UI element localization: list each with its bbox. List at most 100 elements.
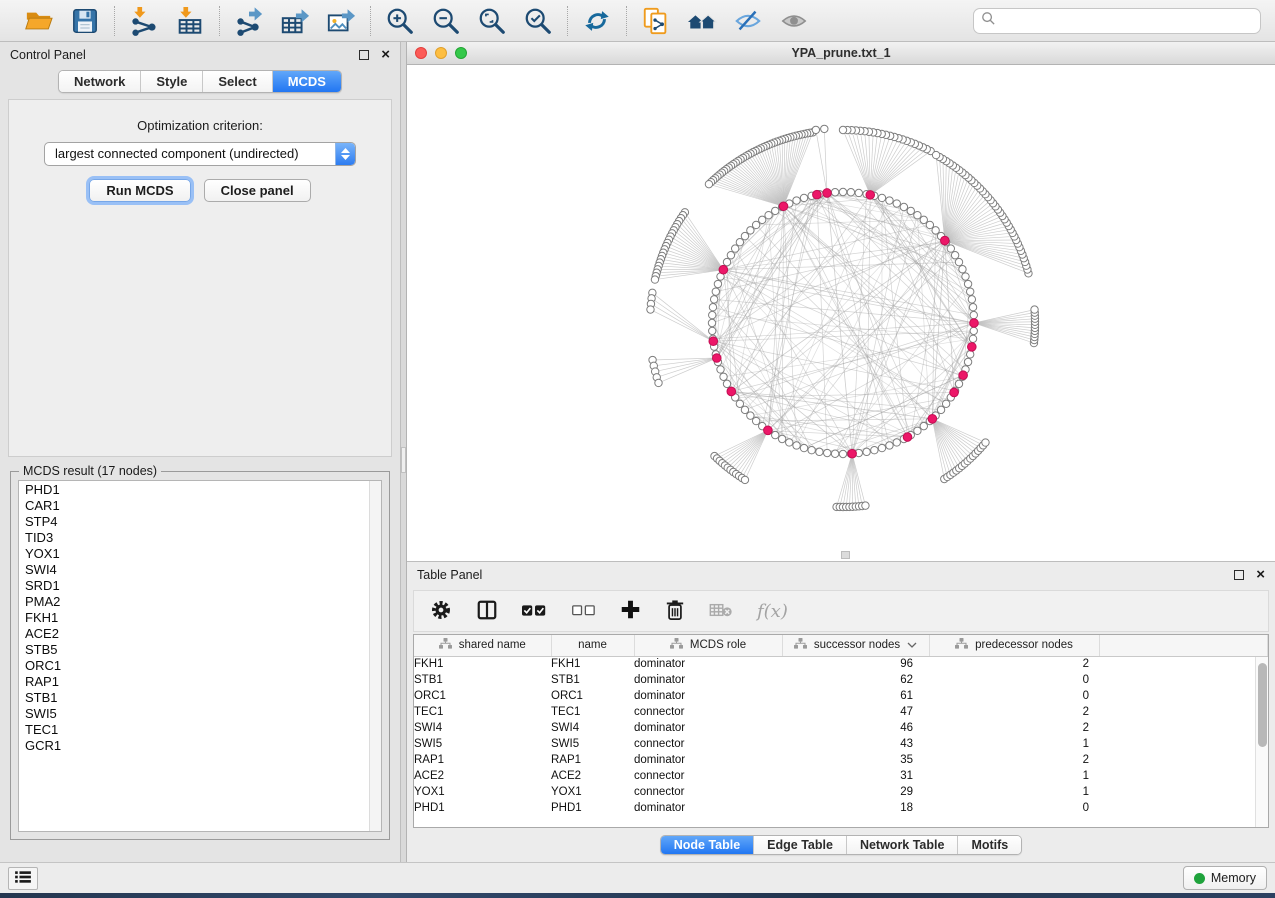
tab-node-table[interactable]: Node Table — [661, 836, 754, 854]
network-node[interactable] — [855, 189, 862, 196]
mcds-hub-node[interactable] — [779, 202, 788, 211]
network-node[interactable] — [969, 304, 976, 311]
table-cell[interactable]: YOX1 — [414, 784, 551, 800]
network-node[interactable] — [947, 245, 954, 252]
column-header-name[interactable]: name — [551, 635, 634, 656]
mcds-hub-node[interactable] — [970, 319, 979, 328]
network-node[interactable] — [839, 188, 846, 195]
mcds-result-item[interactable]: RAP1 — [19, 674, 368, 690]
mcds-hub-node[interactable] — [719, 265, 728, 274]
network-node[interactable] — [878, 194, 885, 201]
network-node[interactable] — [970, 327, 977, 334]
mcds-result-item[interactable]: SWI5 — [19, 706, 368, 722]
network-node[interactable] — [914, 427, 921, 434]
import-network-button[interactable] — [128, 5, 160, 37]
network-node[interactable] — [736, 400, 743, 407]
network-node[interactable] — [808, 446, 815, 453]
network-node[interactable] — [863, 448, 870, 455]
network-canvas[interactable] — [407, 65, 1275, 561]
mcds-hub-node[interactable] — [709, 337, 718, 346]
network-node[interactable] — [772, 207, 779, 214]
delete-table-button[interactable] — [709, 602, 733, 621]
mcds-result-scrollbar[interactable] — [369, 481, 381, 831]
mcds-hub-node[interactable] — [950, 388, 959, 397]
table-row[interactable]: STB1STB1dominator620 — [414, 672, 1268, 688]
mcds-result-item[interactable]: STP4 — [19, 514, 368, 530]
table-cell[interactable]: dominator — [634, 656, 782, 672]
table-cell[interactable]: connector — [634, 704, 782, 720]
network-node[interactable] — [747, 227, 754, 234]
table-cell[interactable]: ORC1 — [551, 688, 634, 704]
table-cell[interactable]: 0 — [929, 688, 1099, 704]
network-node[interactable] — [812, 126, 819, 133]
table-cell[interactable]: 29 — [782, 784, 929, 800]
vertical-splitter[interactable] — [400, 42, 407, 862]
table-row[interactable]: ACE2ACE2connector311 — [414, 768, 1268, 784]
table-cell[interactable]: 43 — [782, 736, 929, 752]
network-node[interactable] — [932, 227, 939, 234]
network-node[interactable] — [731, 245, 738, 252]
network-node[interactable] — [968, 296, 975, 303]
table-cell[interactable]: 1 — [929, 784, 1099, 800]
network-node[interactable] — [926, 221, 933, 228]
network-node[interactable] — [800, 194, 807, 201]
network-node[interactable] — [839, 450, 846, 457]
mcds-hub-node[interactable] — [764, 426, 773, 435]
show-columns-button[interactable] — [476, 599, 498, 624]
table-cell[interactable]: connector — [634, 768, 782, 784]
table-cell[interactable]: FKH1 — [551, 656, 634, 672]
memory-button[interactable]: Memory — [1183, 866, 1267, 890]
column-header-successor-nodes[interactable]: successor nodes — [782, 635, 929, 656]
mcds-result-item[interactable]: GCR1 — [19, 738, 368, 754]
network-node[interactable] — [752, 417, 759, 424]
network-node[interactable] — [736, 239, 743, 246]
show-all-button[interactable] — [778, 5, 810, 37]
table-cell[interactable]: ACE2 — [414, 768, 551, 784]
table-cell[interactable]: 96 — [782, 656, 929, 672]
table-cell[interactable]: dominator — [634, 800, 782, 816]
export-image-button[interactable] — [325, 5, 357, 37]
import-table-button[interactable] — [174, 5, 206, 37]
network-node[interactable] — [714, 280, 721, 287]
table-scrollbar-thumb[interactable] — [1258, 663, 1267, 747]
table-scrollbar[interactable] — [1255, 657, 1268, 827]
mcds-hub-node[interactable] — [866, 191, 875, 200]
network-node[interactable] — [709, 311, 716, 318]
network-node[interactable] — [747, 412, 754, 419]
mcds-hub-node[interactable] — [813, 190, 822, 199]
network-node[interactable] — [959, 266, 966, 273]
table-row[interactable]: YOX1YOX1connector291 — [414, 784, 1268, 800]
network-node[interactable] — [907, 207, 914, 214]
table-cell[interactable]: RAP1 — [414, 752, 551, 768]
network-node[interactable] — [871, 446, 878, 453]
mcds-hub-node[interactable] — [959, 371, 968, 380]
table-cell[interactable]: 2 — [929, 720, 1099, 736]
criterion-dropdown[interactable]: largest connected component (undirected) — [44, 142, 356, 166]
table-cell[interactable]: 2 — [929, 656, 1099, 672]
network-node[interactable] — [914, 211, 921, 218]
network-node[interactable] — [955, 258, 962, 265]
mcds-hub-node[interactable] — [712, 354, 721, 363]
network-node[interactable] — [966, 288, 973, 295]
table-cell[interactable]: 0 — [929, 672, 1099, 688]
mcds-result-item[interactable]: SWI4 — [19, 562, 368, 578]
deselect-all-button[interactable] — [572, 604, 596, 619]
network-node[interactable] — [741, 476, 748, 483]
network-node[interactable] — [717, 366, 724, 373]
network-node[interactable] — [942, 400, 949, 407]
table-cell[interactable]: FKH1 — [414, 656, 551, 672]
table-cell[interactable]: SWI5 — [414, 736, 551, 752]
network-node[interactable] — [831, 450, 838, 457]
splitter-handle-icon[interactable] — [401, 447, 406, 473]
mcds-result-item[interactable]: PMA2 — [19, 594, 368, 610]
canvas-resize-handle[interactable] — [841, 551, 850, 559]
network-node[interactable] — [982, 439, 989, 446]
mcds-result-item[interactable]: SRD1 — [19, 578, 368, 594]
close-panel-icon[interactable]: × — [381, 50, 390, 60]
network-node[interactable] — [710, 296, 717, 303]
task-history-button[interactable] — [8, 867, 38, 890]
table-row[interactable]: RAP1RAP1dominator352 — [414, 752, 1268, 768]
network-node[interactable] — [937, 406, 944, 413]
first-neighbors-button[interactable] — [686, 5, 718, 37]
mcds-hub-node[interactable] — [941, 236, 950, 245]
